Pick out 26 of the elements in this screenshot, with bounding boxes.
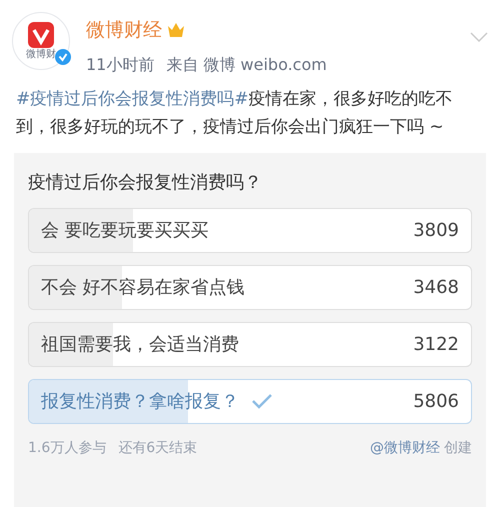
poll-option[interactable]: 祖国需要我，会适当消费 3122: [28, 322, 472, 366]
created-label: 创建: [444, 438, 472, 458]
option-label: 会 要吃要玩要买买买: [41, 218, 209, 242]
time-remaining: 还有6天结束: [118, 438, 198, 458]
poll-question: 疫情过后你会报复性消费吗？: [28, 170, 263, 194]
post-time: 11小时前: [86, 54, 154, 76]
poll-option[interactable]: 报复性消费？拿啥报复？ 5806: [28, 378, 472, 424]
participant-count: 1.6万人参与: [28, 438, 106, 458]
vote-count: 5806: [413, 390, 459, 414]
avatar[interactable]: 微博财: [12, 12, 70, 70]
post-text: #疫情过后你会报复性消费吗#疫情在家，很多好吃的吃不到，很多好玩的玩不了，疫情过后你会出门疯狂一下吗 ~: [15, 88, 454, 138]
chevron-down-icon[interactable]: [470, 32, 488, 42]
option-label: 不会 好不容易在家省点钱: [41, 276, 245, 300]
crown-icon: [166, 21, 186, 40]
vote-count: 3122: [413, 332, 459, 356]
logo-icon: [28, 22, 54, 48]
option-label: 祖国需要我，会适当消费: [41, 332, 239, 356]
avatar-label: 微博财: [26, 50, 56, 60]
hashtag-link[interactable]: #疫情过后你会报复性消费吗#: [16, 88, 248, 108]
poll-option[interactable]: 会 要吃要玩要买买买 3809: [28, 208, 472, 252]
vote-count: 3468: [413, 276, 459, 300]
check-icon: [251, 393, 273, 409]
option-label: 报复性消费？拿啥报复？: [41, 390, 239, 414]
poll-option[interactable]: 不会 好不容易在家省点钱 3468: [28, 264, 472, 310]
post-source: 来自 微博 weibo.com: [166, 54, 327, 76]
vote-count: 3809: [413, 218, 459, 242]
